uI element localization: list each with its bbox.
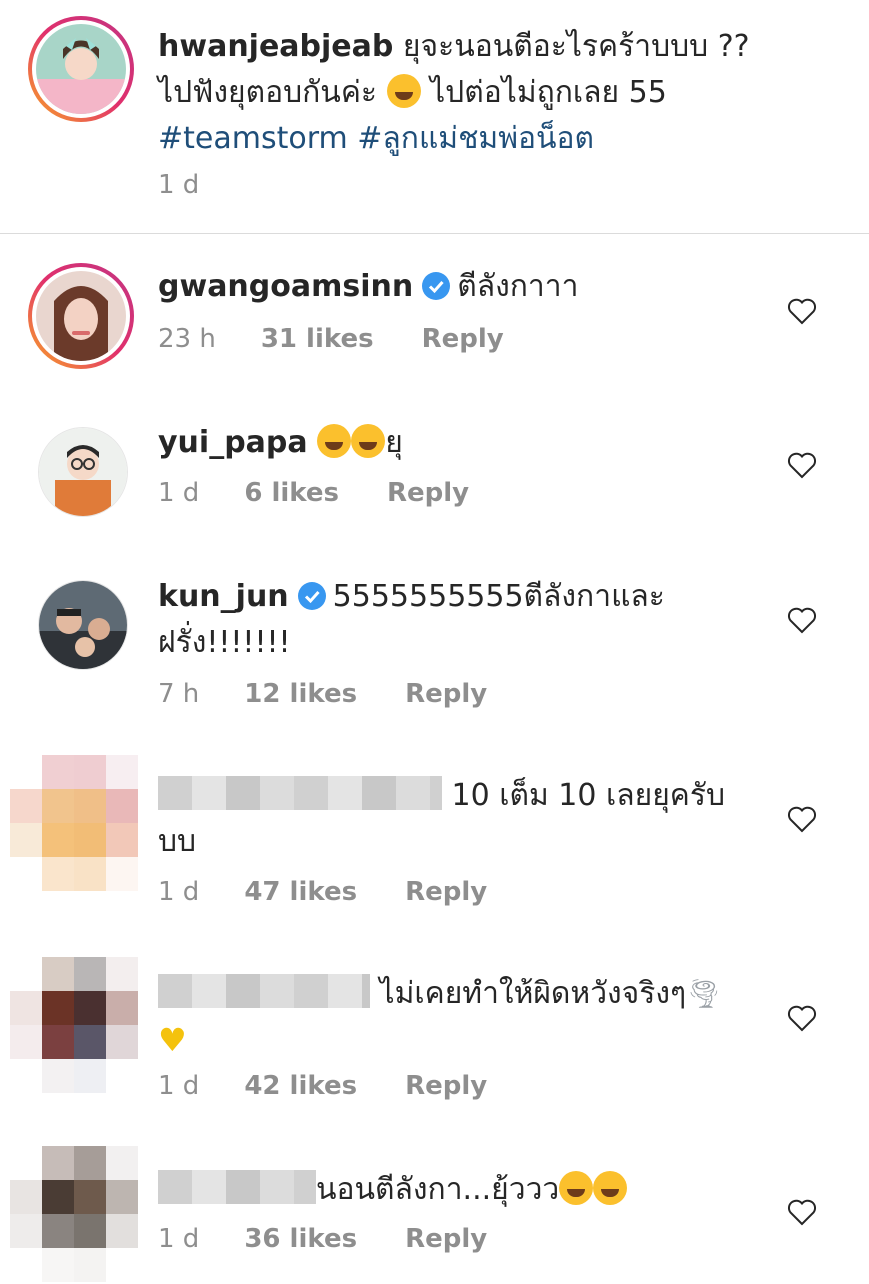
commenter-avatar-pixelated[interactable] [10,957,138,1093]
caption-hashtags[interactable]: #teamstorm #ลูกแม่ชมพ่อน็อต [158,121,594,156]
reply-button[interactable]: Reply [405,877,487,907]
comment-body: 10 เต็ม 10 เลยยุครับ [451,778,726,813]
likes-count[interactable]: 12 likes [244,679,357,709]
comment-text: yui_papa ยุ [158,420,769,466]
yellow-heart-emoji-icon: ♥ [158,1021,187,1059]
caption-timestamp: 1 d [158,170,200,200]
redacted-username [158,776,442,810]
comment-text: นอนตีลังกา...ยุ้ววว [158,1167,769,1213]
comment-timestamp: 1 d [158,1224,200,1254]
rofl-emoji-icon [317,424,352,458]
likes-count[interactable]: 31 likes [261,324,374,354]
comment-body: ยุ [385,425,403,460]
comment-username[interactable]: gwangoamsinn [158,269,413,304]
caption-meta: 1 d [158,170,199,200]
divider [0,233,869,234]
likes-count[interactable]: 42 likes [244,1071,357,1101]
caption-line1: ยุจะนอนตีอะไรคร้าบบบ ?? [402,29,750,64]
heart-outline-icon[interactable] [787,451,817,479]
rofl-emoji-icon [351,424,386,458]
comment-body-line2: บบ [158,824,197,859]
heart-outline-icon[interactable] [787,805,817,833]
caption-username[interactable]: hwanjeabjeab [158,29,393,64]
comment-timestamp: 1 d [158,1071,200,1101]
commenter-avatar[interactable] [38,580,128,670]
caption-text: hwanjeabjeab ยุจะนอนตีอะไรคร้าบบบ ?? ไปฟ… [158,24,809,162]
reply-button[interactable]: Reply [422,324,504,354]
joy-emoji-icon [559,1171,594,1205]
joy-emoji-icon [593,1171,628,1205]
comment-meta: 1 d 6 likes Reply [158,478,469,508]
comment-text: ไม่เคยทำให้ผิดหวังจริงๆ🌪 ♥ [158,971,769,1065]
comment-body: นอนตีลังกา...ยุ้ววว [316,1172,560,1207]
reply-button[interactable]: Reply [387,478,469,508]
comment-meta: 7 h 12 likes Reply [158,679,487,709]
comment-username[interactable]: yui_papa [158,425,308,460]
comment-text: kun_jun 5555555555ตีลังกาและ ฝรั่ง!!!!!!! [158,574,769,666]
comment-text: 10 เต็ม 10 เลยยุครับ บบ [158,773,769,865]
reply-button[interactable]: Reply [405,1224,487,1254]
verified-badge-icon [297,582,326,610]
comment-body: 5555555555ตีลังกาและ [332,579,665,614]
redacted-username [158,1170,316,1204]
caption-line2a: ไปฟังยุตอบกันค่ะ [158,75,377,110]
heart-outline-icon[interactable] [787,1198,817,1226]
likes-count[interactable]: 6 likes [244,478,339,508]
heart-outline-icon[interactable] [787,606,817,634]
commenter-avatar[interactable] [38,427,128,517]
heart-outline-icon[interactable] [787,1004,817,1032]
comment-timestamp: 7 h [158,679,200,709]
comment-meta: 1 d 42 likes Reply [158,1071,487,1101]
tornado-emoji-icon: 🌪 [686,977,722,1010]
comment-timestamp: 23 h [158,324,216,354]
reply-button[interactable]: Reply [405,679,487,709]
comment-meta: 1 d 36 likes Reply [158,1224,487,1254]
commenter-avatar[interactable] [28,263,134,369]
likes-count[interactable]: 36 likes [244,1224,357,1254]
redacted-username [158,974,370,1008]
comment-username[interactable]: kun_jun [158,579,289,614]
caption-line2b: ไปต่อไม่ถูกเลย 55 [430,75,667,110]
comment-timestamp: 1 d [158,877,200,907]
reply-button[interactable]: Reply [405,1071,487,1101]
comment-meta: 1 d 47 likes Reply [158,877,487,907]
caption-author-avatar[interactable] [28,16,134,122]
commenter-avatar-pixelated[interactable] [10,1146,138,1282]
post-caption: hwanjeabjeab ยุจะนอนตีอะไรคร้าบบบ ?? ไปฟ… [0,0,869,234]
comment-body: ตีลังกาาา [457,269,579,304]
comment-meta: 23 h 31 likes Reply [158,324,504,354]
comment-body: ไม่เคยทำให้ผิดหวังจริงๆ [379,976,687,1011]
heart-outline-icon[interactable] [787,297,817,325]
commenter-avatar-pixelated[interactable] [10,755,138,891]
comment-body-line2: ฝรั่ง!!!!!!! [158,625,291,660]
comment-text: gwangoamsinn ตีลังกาาา [158,264,769,310]
verified-badge-icon [422,272,451,300]
likes-count[interactable]: 47 likes [244,877,357,907]
comment-timestamp: 1 d [158,478,200,508]
sweat-smile-emoji-icon [386,74,421,108]
